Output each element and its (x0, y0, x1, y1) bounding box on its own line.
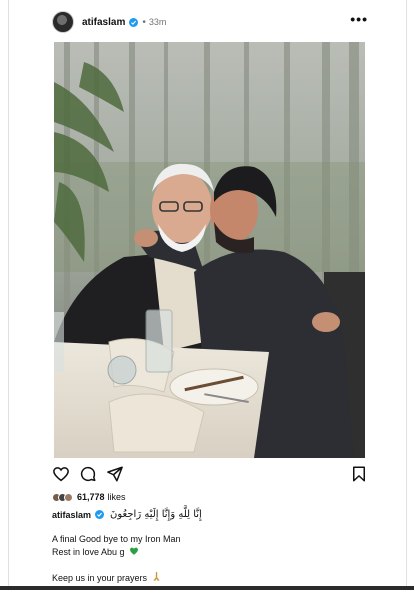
share-icon[interactable] (106, 465, 124, 483)
caption-header: atifaslam إِنَّا لِلَّهِ وَإِنَّا إِلَيْ… (52, 509, 368, 520)
caption-arabic-text: إِنَّا لِلَّهِ وَإِنَّا إِلَيْهِ رَاجِعُ… (110, 509, 202, 520)
bottom-edge (0, 586, 414, 590)
likes-count: 61,778 (77, 492, 105, 502)
caption-line-2-text: Rest in love Abu g (52, 547, 125, 557)
avatar[interactable] (52, 11, 74, 33)
more-options-button[interactable]: ••• (350, 12, 368, 30)
verified-badge-icon (129, 17, 139, 27)
caption-line-1: A final Good bye to my Iron Man (52, 534, 181, 544)
likes-row[interactable]: 61,778 likes (52, 491, 126, 503)
post-photo[interactable] (54, 42, 365, 458)
bookmark-icon[interactable] (350, 465, 368, 483)
post-actions (52, 465, 368, 485)
post-username[interactable]: atifaslam (82, 17, 125, 28)
praying-hands-icon (151, 571, 162, 584)
caption-line-3: Keep us in your prayers (52, 571, 162, 584)
comment-icon[interactable] (79, 465, 97, 483)
separator-dot: • (142, 16, 146, 28)
verified-badge-icon (95, 510, 105, 519)
liker-avatar (64, 492, 73, 502)
post-time[interactable]: 33m (149, 17, 167, 27)
caption-line-1-text: A final Good bye to my Iron Man (52, 534, 181, 544)
caption-username[interactable]: atifaslam (52, 510, 91, 520)
green-heart-icon (129, 546, 139, 558)
heart-icon[interactable] (52, 465, 70, 483)
caption-line-3-text: Keep us in your prayers (52, 572, 148, 583)
likes-label: likes (107, 492, 126, 502)
post-header: atifaslam • 33m ••• (52, 9, 368, 35)
caption-line-2: Rest in love Abu g (52, 546, 139, 558)
photo-illustration (54, 42, 365, 458)
